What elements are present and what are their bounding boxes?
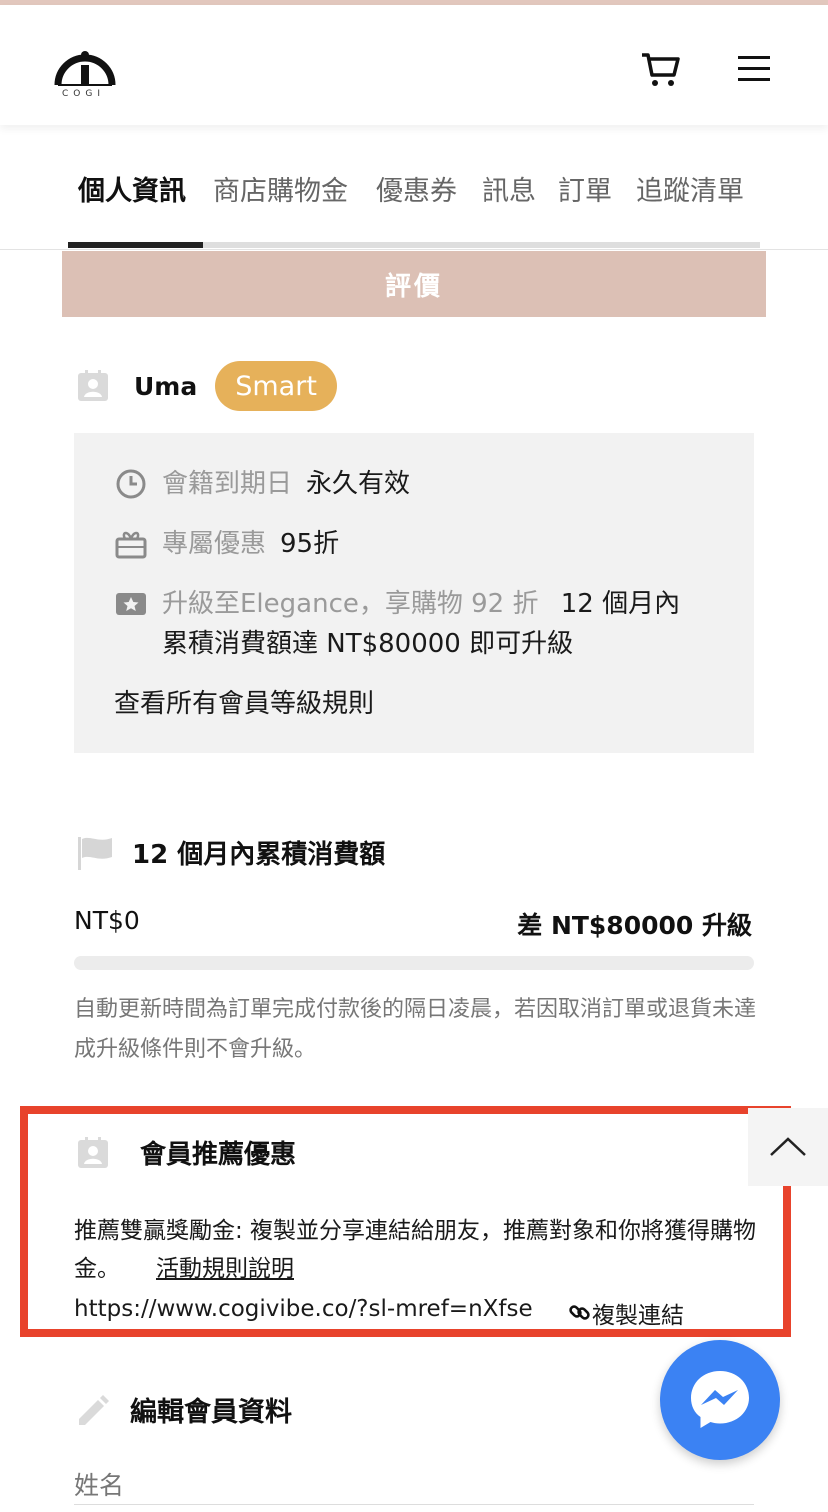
tab-orders[interactable]: 訂單 xyxy=(558,169,612,208)
referral-rules-link[interactable]: 活動規則說明 xyxy=(156,1256,294,1282)
spending-progress-bar xyxy=(74,956,754,970)
star-ticket-icon xyxy=(114,584,148,624)
member-rules-link[interactable]: 查看所有會員等級規則 xyxy=(114,683,374,720)
hamburger-icon[interactable] xyxy=(736,53,772,85)
review-button[interactable]: 評價 xyxy=(62,251,766,317)
messenger-chat-button[interactable] xyxy=(660,1340,780,1460)
upgrade-value-line2: 累積消費額達 NT$80000 即可升級 xyxy=(162,629,574,659)
spending-title: 12 個月內累積消費額 xyxy=(132,840,386,870)
link-icon xyxy=(569,1305,590,1320)
scroll-to-top-button[interactable] xyxy=(748,1108,828,1186)
tier-badge: Smart xyxy=(215,361,337,411)
chevron-up-icon xyxy=(770,1137,806,1156)
messenger-icon xyxy=(691,1371,749,1428)
discount-row: 專屬優惠 95折 xyxy=(114,524,339,564)
upgrade-value-line1: 12 個月內 xyxy=(560,589,681,619)
upgrade-label: 升級至Elegance，享購物 92 折 xyxy=(162,589,539,619)
cart-icon[interactable] xyxy=(640,49,682,89)
copy-link-button[interactable]: 複製連結 xyxy=(568,1296,684,1330)
member-summary: Uma Smart xyxy=(76,360,337,412)
site-header: COGI xyxy=(0,5,828,125)
tab-store-credit[interactable]: 商店購物金 xyxy=(213,169,348,208)
logo-wordmark: COGI xyxy=(62,89,105,99)
referral-section-title: 會員推薦優惠 xyxy=(76,1134,296,1171)
gift-icon xyxy=(114,524,148,564)
tab-coupons[interactable]: 優惠券 xyxy=(376,169,457,208)
edit-profile-title: 編輯會員資料 xyxy=(130,1397,292,1428)
tab-wishlist[interactable]: 追蹤清單 xyxy=(636,169,744,208)
member-card-icon xyxy=(78,370,108,401)
pencil-icon xyxy=(79,1394,109,1425)
spending-gap: 差 NT$80000 升級 xyxy=(517,911,752,940)
name-field-underline xyxy=(74,1504,754,1505)
referral-url: https://www.cogivibe.co/?sl-mref=nXfse xyxy=(74,1296,533,1322)
name-field-label: 姓名 xyxy=(74,1471,125,1500)
tab-personal-info[interactable]: 個人資訊 xyxy=(78,169,186,208)
expiry-row: 會籍到期日 永久有效 xyxy=(114,464,410,504)
referral-description-block: 推薦雙贏獎勵金: 複製並分享連結給朋友，推薦對象和你將獲得購物金。 活動規則說明 xyxy=(74,1212,764,1288)
spending-note: 自動更新時間為訂單完成付款後的隔日凌晨，若因取消訂單或退貨未達成升級條件則不會升… xyxy=(74,997,757,1062)
upgrade-row: 升級至Elegance，享購物 92 折 12 個月內 累積消費額達 NT$80… xyxy=(114,584,680,664)
expiry-value: 永久有效 xyxy=(306,469,411,499)
discount-label: 專屬優惠 xyxy=(162,529,267,559)
tab-messages[interactable]: 訊息 xyxy=(482,169,536,208)
account-tabs: 個人資訊 商店購物金 優惠券 訊息 訂單 追蹤清單 xyxy=(0,125,828,250)
copy-link-label: 複製連結 xyxy=(592,1303,684,1329)
member-name: Uma xyxy=(134,371,198,401)
edit-profile-section-title: 編輯會員資料 xyxy=(74,1390,292,1429)
spending-section-title: 12 個月內累積消費額 xyxy=(76,834,385,871)
spending-current: NT$0 xyxy=(74,906,140,935)
referral-title: 會員推薦優惠 xyxy=(140,1140,297,1170)
flag-icon xyxy=(78,836,112,870)
discount-value: 95折 xyxy=(280,529,340,559)
tab-active-indicator xyxy=(68,242,203,248)
expiry-label: 會籍到期日 xyxy=(162,469,293,499)
membership-card: 會籍到期日 永久有效 專屬優惠 95折 升級至Elegance，享購物 92 折… xyxy=(74,433,754,753)
clock-icon xyxy=(114,464,148,504)
member-card-icon xyxy=(78,1136,108,1168)
